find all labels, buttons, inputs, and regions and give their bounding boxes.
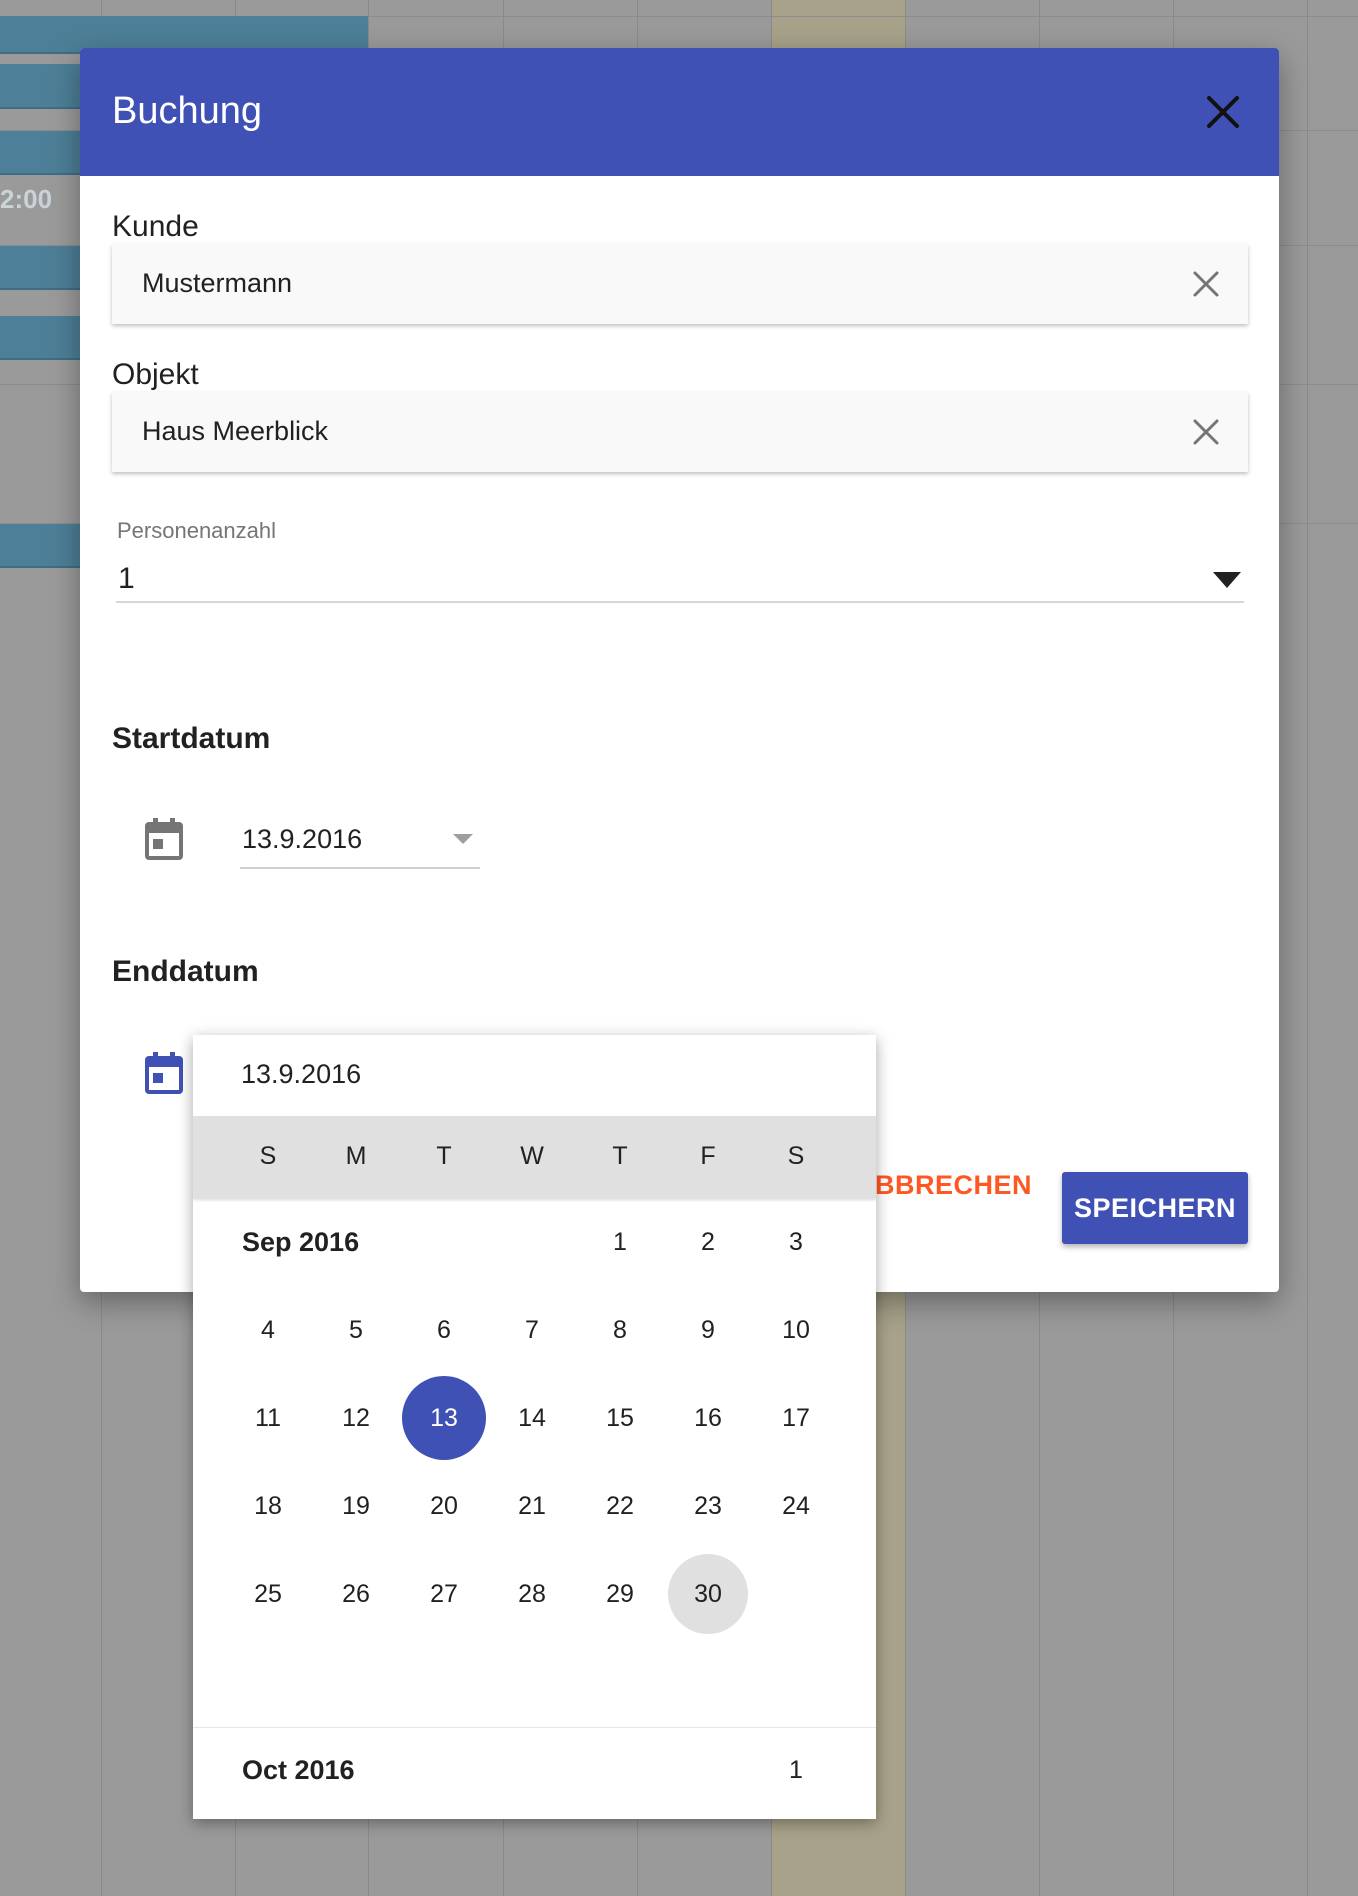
day-cell[interactable]: 3 bbox=[756, 1202, 836, 1282]
weekday-label: M bbox=[345, 1142, 367, 1170]
calendar-event[interactable] bbox=[0, 64, 90, 109]
customer-label: Kunde bbox=[112, 210, 199, 243]
day-cell[interactable]: 8 bbox=[580, 1290, 660, 1370]
start-date-input[interactable]: 13.9.2016 bbox=[242, 824, 362, 855]
day-cell[interactable]: 19 bbox=[316, 1466, 396, 1546]
calendar-icon[interactable] bbox=[145, 818, 183, 860]
day-cell[interactable]: 28 bbox=[492, 1554, 572, 1634]
day-cell[interactable]: 16 bbox=[668, 1378, 748, 1458]
day-cell[interactable]: 14 bbox=[492, 1378, 572, 1458]
day-cell[interactable]: 26 bbox=[316, 1554, 396, 1634]
day-cell[interactable]: 24 bbox=[756, 1466, 836, 1546]
day-cell[interactable]: 15 bbox=[580, 1378, 660, 1458]
day-cell[interactable]: 10 bbox=[756, 1290, 836, 1370]
day-cell[interactable]: 20 bbox=[404, 1466, 484, 1546]
day-cell[interactable]: 4 bbox=[228, 1290, 308, 1370]
customer-field[interactable]: Mustermann bbox=[112, 244, 1248, 324]
day-cell[interactable]: 1 bbox=[580, 1202, 660, 1282]
day-cell[interactable]: 21 bbox=[492, 1466, 572, 1546]
day-cell[interactable]: 1 bbox=[756, 1730, 836, 1810]
dialog-title: Buchung bbox=[112, 90, 263, 132]
close-icon[interactable] bbox=[1203, 92, 1243, 132]
weekday-label: W bbox=[520, 1142, 544, 1170]
calendar-event[interactable] bbox=[0, 316, 90, 360]
day-cell[interactable]: 11 bbox=[228, 1378, 308, 1458]
day-cell[interactable]: 27 bbox=[404, 1554, 484, 1634]
day-cell[interactable]: 7 bbox=[492, 1290, 572, 1370]
day-cell[interactable]: 17 bbox=[756, 1378, 836, 1458]
time-label: 2:00 bbox=[0, 184, 53, 214]
weekday-label: T bbox=[436, 1142, 452, 1170]
dialog-header: Buchung bbox=[80, 48, 1279, 176]
end-date-input[interactable]: 13.9.2016 bbox=[241, 1059, 361, 1090]
day-cell[interactable]: 30 bbox=[668, 1554, 748, 1634]
month-label: Oct 2016 bbox=[242, 1755, 355, 1785]
month-divider bbox=[193, 1727, 876, 1728]
weekday-label: S bbox=[787, 1142, 805, 1170]
caret-down-icon[interactable] bbox=[453, 834, 473, 844]
weekday-label: T bbox=[612, 1142, 628, 1170]
start-date-title: Startdatum bbox=[112, 722, 271, 755]
day-cell[interactable]: 9 bbox=[668, 1290, 748, 1370]
day-cell[interactable]: 2 bbox=[668, 1202, 748, 1282]
day-cell[interactable]: 18 bbox=[228, 1466, 308, 1546]
end-date-title: Enddatum bbox=[112, 955, 259, 988]
calendar-event[interactable] bbox=[0, 246, 90, 290]
day-cell[interactable]: 25 bbox=[228, 1554, 308, 1634]
object-field[interactable]: Haus Meerblick bbox=[112, 392, 1248, 472]
day-cell[interactable]: 5 bbox=[316, 1290, 396, 1370]
day-cell[interactable]: 22 bbox=[580, 1466, 660, 1546]
save-button[interactable]: SPEICHERN bbox=[1062, 1172, 1248, 1244]
cancel-button[interactable]: BBRECHEN bbox=[875, 1170, 1032, 1201]
object-label: Objekt bbox=[112, 358, 199, 391]
persons-label: Personenanzahl bbox=[117, 518, 277, 543]
day-cell[interactable]: 23 bbox=[668, 1466, 748, 1546]
clear-icon[interactable] bbox=[1190, 416, 1222, 448]
calendar-event[interactable] bbox=[0, 524, 90, 568]
weekday-label: F bbox=[700, 1142, 716, 1170]
clear-icon[interactable] bbox=[1190, 268, 1222, 300]
select-underline bbox=[116, 601, 1244, 603]
date-underline bbox=[240, 867, 480, 869]
day-cell[interactable]: 6 bbox=[404, 1290, 484, 1370]
weekday-label: S bbox=[259, 1142, 277, 1170]
persons-select[interactable]: 1 bbox=[118, 562, 135, 596]
object-value: Haus Meerblick bbox=[142, 416, 329, 446]
customer-value: Mustermann bbox=[142, 268, 293, 298]
grid-line bbox=[1307, 0, 1308, 1896]
calendar-icon[interactable] bbox=[145, 1052, 183, 1094]
calendar-event[interactable] bbox=[0, 131, 90, 175]
weekday-header: S M T W T F S bbox=[193, 1116, 876, 1198]
day-selected[interactable]: 13 bbox=[402, 1376, 486, 1460]
dropdown-arrow-icon[interactable] bbox=[1213, 572, 1241, 588]
day-cell[interactable]: 29 bbox=[580, 1554, 660, 1634]
date-picker: 13.9.2016 S M T W T F S Sep 2016 1 2 3 4 5 6 7 8… bbox=[193, 1035, 876, 1819]
day-cell[interactable]: 12 bbox=[316, 1378, 396, 1458]
month-label: Sep 2016 bbox=[242, 1227, 360, 1257]
